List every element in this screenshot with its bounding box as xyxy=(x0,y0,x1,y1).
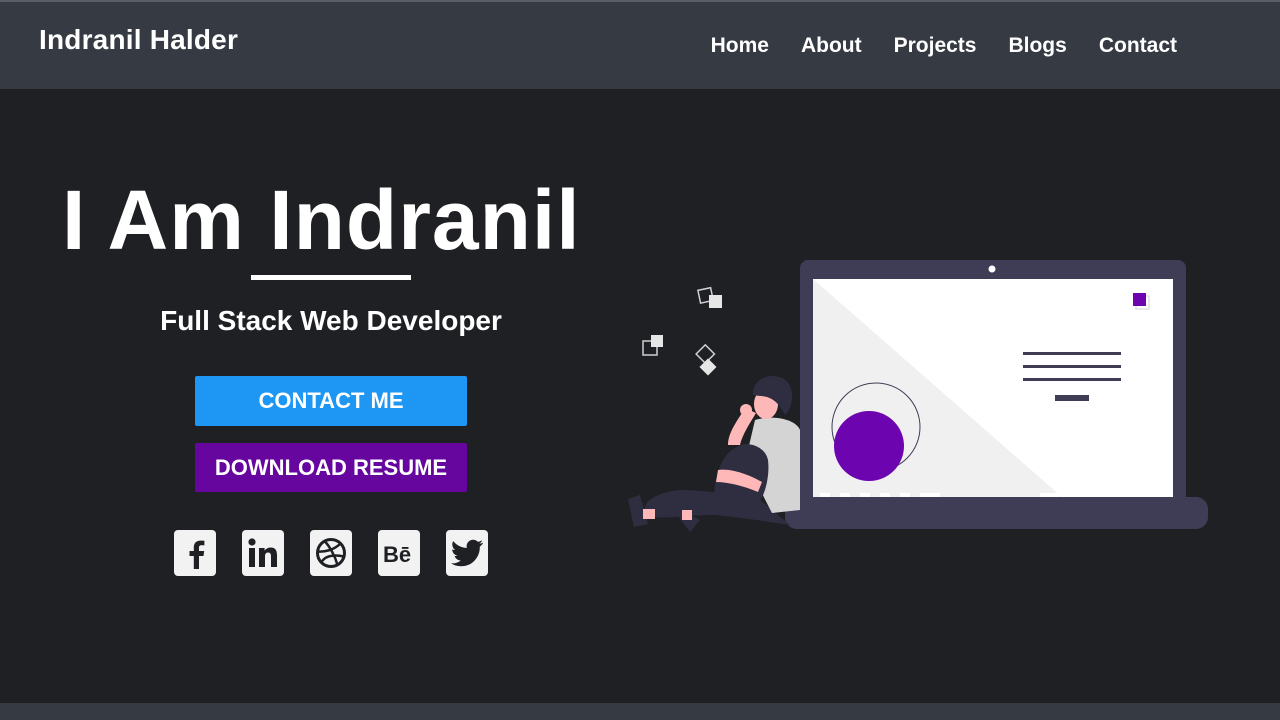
floating-squares xyxy=(642,286,722,376)
laptop xyxy=(785,260,1208,529)
sitting-person xyxy=(628,375,800,532)
developer-laptop-illustration xyxy=(628,260,1208,532)
bottom-bar xyxy=(0,703,1280,720)
